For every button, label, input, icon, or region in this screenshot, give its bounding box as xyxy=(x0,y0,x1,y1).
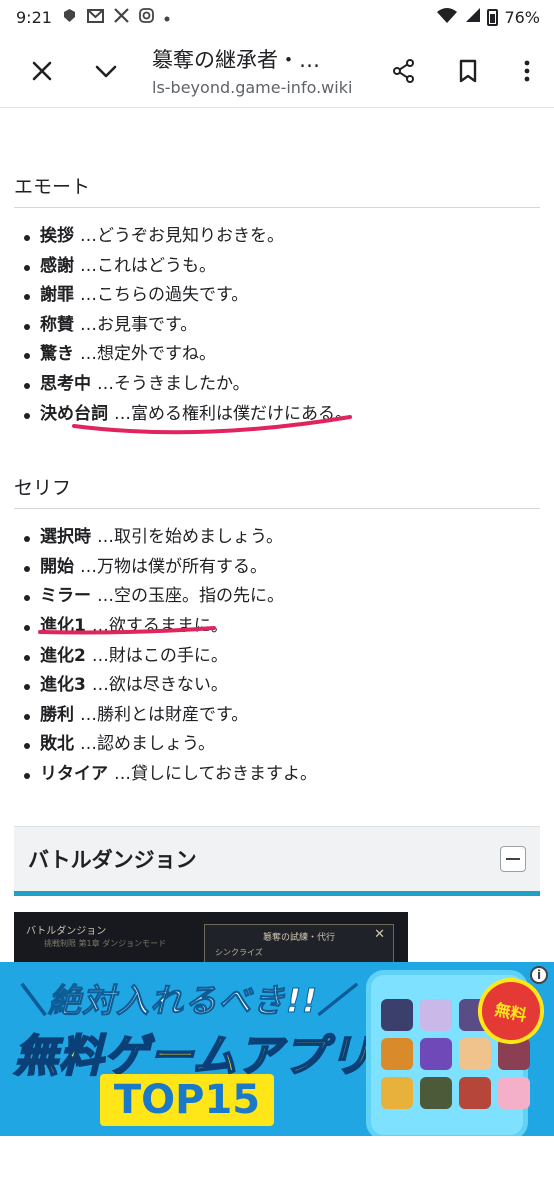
underline-stroke-serif xyxy=(38,626,216,635)
battle-dungeon-section[interactable]: バトルダンジョン xyxy=(14,826,540,896)
app-tile-icon xyxy=(459,1038,491,1070)
underline-stroke-emote xyxy=(72,415,352,435)
collapse-button[interactable] xyxy=(500,846,526,872)
app-tile-icon xyxy=(381,999,413,1031)
list-item: リタイア …貸しにしておきますよ。 xyxy=(14,760,540,790)
ad-info-button[interactable]: i xyxy=(530,966,548,984)
minus-icon xyxy=(506,858,520,860)
battle-dungeon-title: バトルダンジョン xyxy=(28,848,197,872)
line-label: リタイア xyxy=(40,763,108,784)
list-item: 敗北 …認めましょう。 xyxy=(14,730,540,760)
annotation-underlines xyxy=(38,415,352,635)
screenshot-panel-row: シンクライズ xyxy=(215,948,263,957)
list-item: 勝利 …勝利とは財産です。 xyxy=(14,701,540,731)
app-tile-icon xyxy=(381,1038,413,1070)
line-label: 勝利 xyxy=(40,704,74,725)
app-tile-icon xyxy=(381,1077,413,1109)
screenshot-subline: 挑戦制限 第1章 ダンジョンモード xyxy=(44,939,167,948)
app-tile-icon xyxy=(498,1077,530,1109)
ad-banner[interactable]: ＼絶対入れるべき!!／ 無料ゲームアプリ TOP15 無料 i xyxy=(0,962,554,1136)
game-screenshot: バトルダンジョン 挑戦制限 第1章 ダンジョンモード 簒奪の試練・代行 ✕ シン… xyxy=(14,912,408,964)
ad-headline: ＼絶対入れるべき!!／ xyxy=(13,981,353,1021)
line-text: …貸しにしておきますよ。 xyxy=(114,763,317,784)
screenshot-panel-close: ✕ xyxy=(374,927,385,942)
app-tile-icon xyxy=(420,1077,452,1109)
screenshot-header: バトルダンジョン xyxy=(26,926,107,937)
line-text: …認めましょう。 xyxy=(80,734,215,755)
app-tile-icon xyxy=(420,999,452,1031)
screenshot-panel-title: 簒奪の試練・代行 xyxy=(263,933,336,943)
line-text: …勝利とは財産です。 xyxy=(80,704,249,725)
app-tile-icon xyxy=(420,1038,452,1070)
screenshot-panel: 簒奪の試練・代行 ✕ シンクライズ xyxy=(204,924,394,964)
app-tile-icon xyxy=(459,1077,491,1109)
line-label: 敗北 xyxy=(40,734,74,755)
ad-top15-badge: TOP15 xyxy=(100,1074,274,1126)
